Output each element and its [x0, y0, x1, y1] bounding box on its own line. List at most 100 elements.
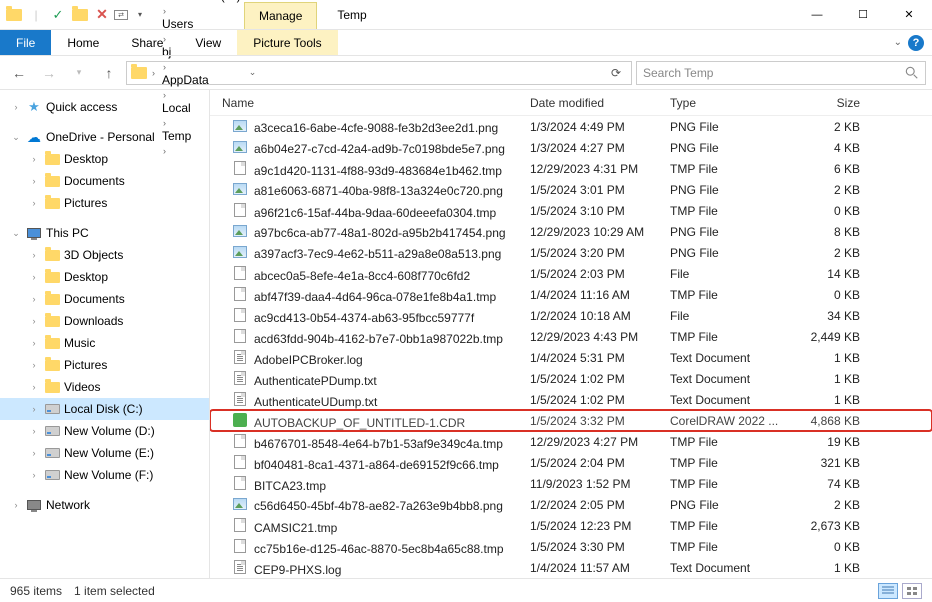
tree-quick-access[interactable]: ›★Quick access — [0, 96, 209, 118]
manage-tab[interactable]: Manage — [244, 2, 317, 29]
chevron-right-icon[interactable]: › — [28, 272, 40, 282]
column-size[interactable]: Size — [798, 96, 870, 110]
up-button[interactable]: ↑ — [96, 60, 122, 86]
column-type[interactable]: Type — [670, 96, 798, 110]
recent-dropdown-icon[interactable]: ▾ — [66, 60, 92, 86]
chevron-right-icon[interactable]: › — [28, 448, 40, 458]
tree-item[interactable]: ›Local Disk (C:) — [0, 398, 209, 420]
file-row[interactable]: a9c1d420-1131-4f88-93d9-483684e1b462.tmp… — [210, 158, 932, 179]
breadcrumb-item[interactable]: AppData — [160, 73, 243, 87]
folder-icon[interactable] — [4, 5, 24, 25]
back-button[interactable]: ← — [6, 60, 32, 86]
chevron-right-icon[interactable]: › — [149, 68, 158, 78]
chevron-down-icon[interactable]: ⌄ — [10, 228, 22, 239]
chevron-right-icon[interactable]: › — [160, 6, 169, 16]
delete-icon[interactable]: ✕ — [92, 5, 112, 25]
properties-icon[interactable]: ✓ — [48, 5, 68, 25]
address-bar[interactable]: › Local Disk (C:)›Users›bj›AppData›Local… — [126, 61, 632, 85]
chevron-right-icon[interactable]: › — [10, 102, 22, 112]
breadcrumb-item[interactable]: Local Disk (C:) — [160, 0, 243, 3]
tree-item[interactable]: ›Videos — [0, 376, 209, 398]
file-row[interactable]: CEP9-PHXS.log1/4/2024 11:57 AMText Docum… — [210, 557, 932, 578]
help-icon[interactable]: ? — [908, 35, 924, 51]
chevron-right-icon[interactable]: › — [28, 470, 40, 480]
column-name[interactable]: Name — [210, 96, 530, 110]
tree-item[interactable]: ›Music — [0, 332, 209, 354]
file-row[interactable]: bf040481-8ca1-4371-a864-de69152f9c66.tmp… — [210, 452, 932, 473]
file-row[interactable]: b4676701-8548-4e64-b7b1-53af9e349c4a.tmp… — [210, 431, 932, 452]
chevron-down-icon[interactable]: ⌄ — [10, 132, 22, 143]
large-icons-view-icon[interactable] — [902, 583, 922, 599]
file-tab[interactable]: File — [0, 30, 51, 55]
tree-item[interactable]: ›Downloads — [0, 310, 209, 332]
file-icon — [232, 328, 248, 344]
tree-item[interactable]: ›Desktop — [0, 266, 209, 288]
file-row[interactable]: AuthenticateUDump.txt1/5/2024 1:02 PMTex… — [210, 389, 932, 410]
close-button[interactable]: ✕ — [886, 0, 932, 30]
file-row[interactable]: a81e6063-6871-40ba-98f8-13a324e0c720.png… — [210, 179, 932, 200]
chevron-right-icon[interactable]: › — [28, 176, 40, 186]
tree-item[interactable]: ›Desktop — [0, 148, 209, 170]
qat-dropdown-icon[interactable]: ▾ — [130, 5, 150, 25]
file-row[interactable]: c56d6450-45bf-4b78-ae82-7a263e9b4bb8.png… — [210, 494, 932, 515]
file-type: TMP File — [670, 540, 798, 554]
file-size: 0 KB — [798, 540, 870, 554]
tree-item[interactable]: ›Documents — [0, 170, 209, 192]
file-row[interactable]: ac9cd413-0b54-4374-ab63-95fbcc59777f1/2/… — [210, 305, 932, 326]
file-row[interactable]: a6b04e27-c7cd-42a4-ad9b-7c0198bde5e7.png… — [210, 137, 932, 158]
refresh-icon[interactable]: ⟳ — [605, 66, 627, 80]
tree-item[interactable]: ›New Volume (E:) — [0, 442, 209, 464]
file-row[interactable]: AdobeIPCBroker.log1/4/2024 5:31 PMText D… — [210, 347, 932, 368]
view-tab[interactable]: View — [179, 30, 237, 55]
tree-item[interactable]: ›Pictures — [0, 192, 209, 214]
chevron-right-icon[interactable]: › — [28, 154, 40, 164]
home-tab[interactable]: Home — [51, 30, 115, 55]
chevron-right-icon[interactable]: › — [10, 500, 22, 510]
maximize-button[interactable]: ☐ — [840, 0, 886, 30]
chevron-right-icon[interactable]: › — [28, 382, 40, 392]
file-row[interactable]: BITCA23.tmp11/9/2023 1:52 PMTMP File74 K… — [210, 473, 932, 494]
chevron-right-icon[interactable]: › — [28, 294, 40, 304]
tree-item[interactable]: ›Pictures — [0, 354, 209, 376]
column-date[interactable]: Date modified — [530, 96, 670, 110]
file-row[interactable]: acd63fdd-904b-4162-b7e7-0bb1a987022b.tmp… — [210, 326, 932, 347]
breadcrumb-item[interactable]: Users — [160, 17, 243, 31]
tree-item[interactable]: ›New Volume (D:) — [0, 420, 209, 442]
address-dropdown-icon[interactable]: ⌄ — [245, 67, 261, 78]
tree-item[interactable]: ›New Volume (F:) — [0, 464, 209, 486]
chevron-right-icon[interactable]: › — [160, 62, 169, 72]
tree-this-pc[interactable]: ⌄This PC — [0, 222, 209, 244]
forward-button[interactable]: → — [36, 60, 62, 86]
file-row[interactable]: AUTOBACKUP_OF_UNTITLED-1.CDR1/5/2024 3:3… — [210, 410, 932, 431]
tree-item[interactable]: ›Documents — [0, 288, 209, 310]
tree-onedrive[interactable]: ⌄☁OneDrive - Personal — [0, 126, 209, 148]
file-row[interactable]: a97bc6ca-ab77-48a1-802d-a95b2b417454.png… — [210, 221, 932, 242]
chevron-right-icon[interactable]: › — [28, 316, 40, 326]
file-row[interactable]: abcec0a5-8efe-4e1a-8cc4-608f770c6fd21/5/… — [210, 263, 932, 284]
file-row[interactable]: a3ceca16-6abe-4cfe-9088-fe3b2d3ee2d1.png… — [210, 116, 932, 137]
rename-icon[interactable]: ⇄ — [114, 10, 128, 20]
chevron-right-icon[interactable]: › — [28, 250, 40, 260]
picture-tools-tab[interactable]: Picture Tools — [237, 30, 337, 55]
file-row[interactable]: AuthenticatePDump.txt1/5/2024 1:02 PMTex… — [210, 368, 932, 389]
file-list[interactable]: Name Date modified Type Size a3ceca16-6a… — [210, 90, 932, 578]
share-tab[interactable]: Share — [115, 30, 179, 55]
file-row[interactable]: cc75b16e-d125-46ac-8870-5ec8b4a65c88.tmp… — [210, 536, 932, 557]
chevron-right-icon[interactable]: › — [28, 360, 40, 370]
chevron-right-icon[interactable]: › — [28, 198, 40, 208]
file-row[interactable]: a397acf3-7ec9-4e62-b511-a29a8e08a513.png… — [210, 242, 932, 263]
chevron-right-icon[interactable]: › — [28, 426, 40, 436]
details-view-icon[interactable] — [878, 583, 898, 599]
collapse-ribbon-icon[interactable]: ⌄ — [894, 37, 902, 48]
chevron-right-icon[interactable]: › — [28, 404, 40, 414]
minimize-button[interactable]: — — [794, 0, 840, 30]
new-folder-icon[interactable] — [70, 5, 90, 25]
chevron-right-icon[interactable]: › — [28, 338, 40, 348]
file-row[interactable]: CAMSIC21.tmp1/5/2024 12:23 PMTMP File2,6… — [210, 515, 932, 536]
tree-network[interactable]: ›Network — [0, 494, 209, 516]
file-date: 1/2/2024 2:05 PM — [530, 498, 670, 512]
file-row[interactable]: a96f21c6-15af-44ba-9daa-60deeefa0304.tmp… — [210, 200, 932, 221]
search-input[interactable]: Search Temp — [636, 61, 926, 85]
file-row[interactable]: abf47f39-daa4-4d64-96ca-078e1fe8b4a1.tmp… — [210, 284, 932, 305]
tree-item[interactable]: ›3D Objects — [0, 244, 209, 266]
